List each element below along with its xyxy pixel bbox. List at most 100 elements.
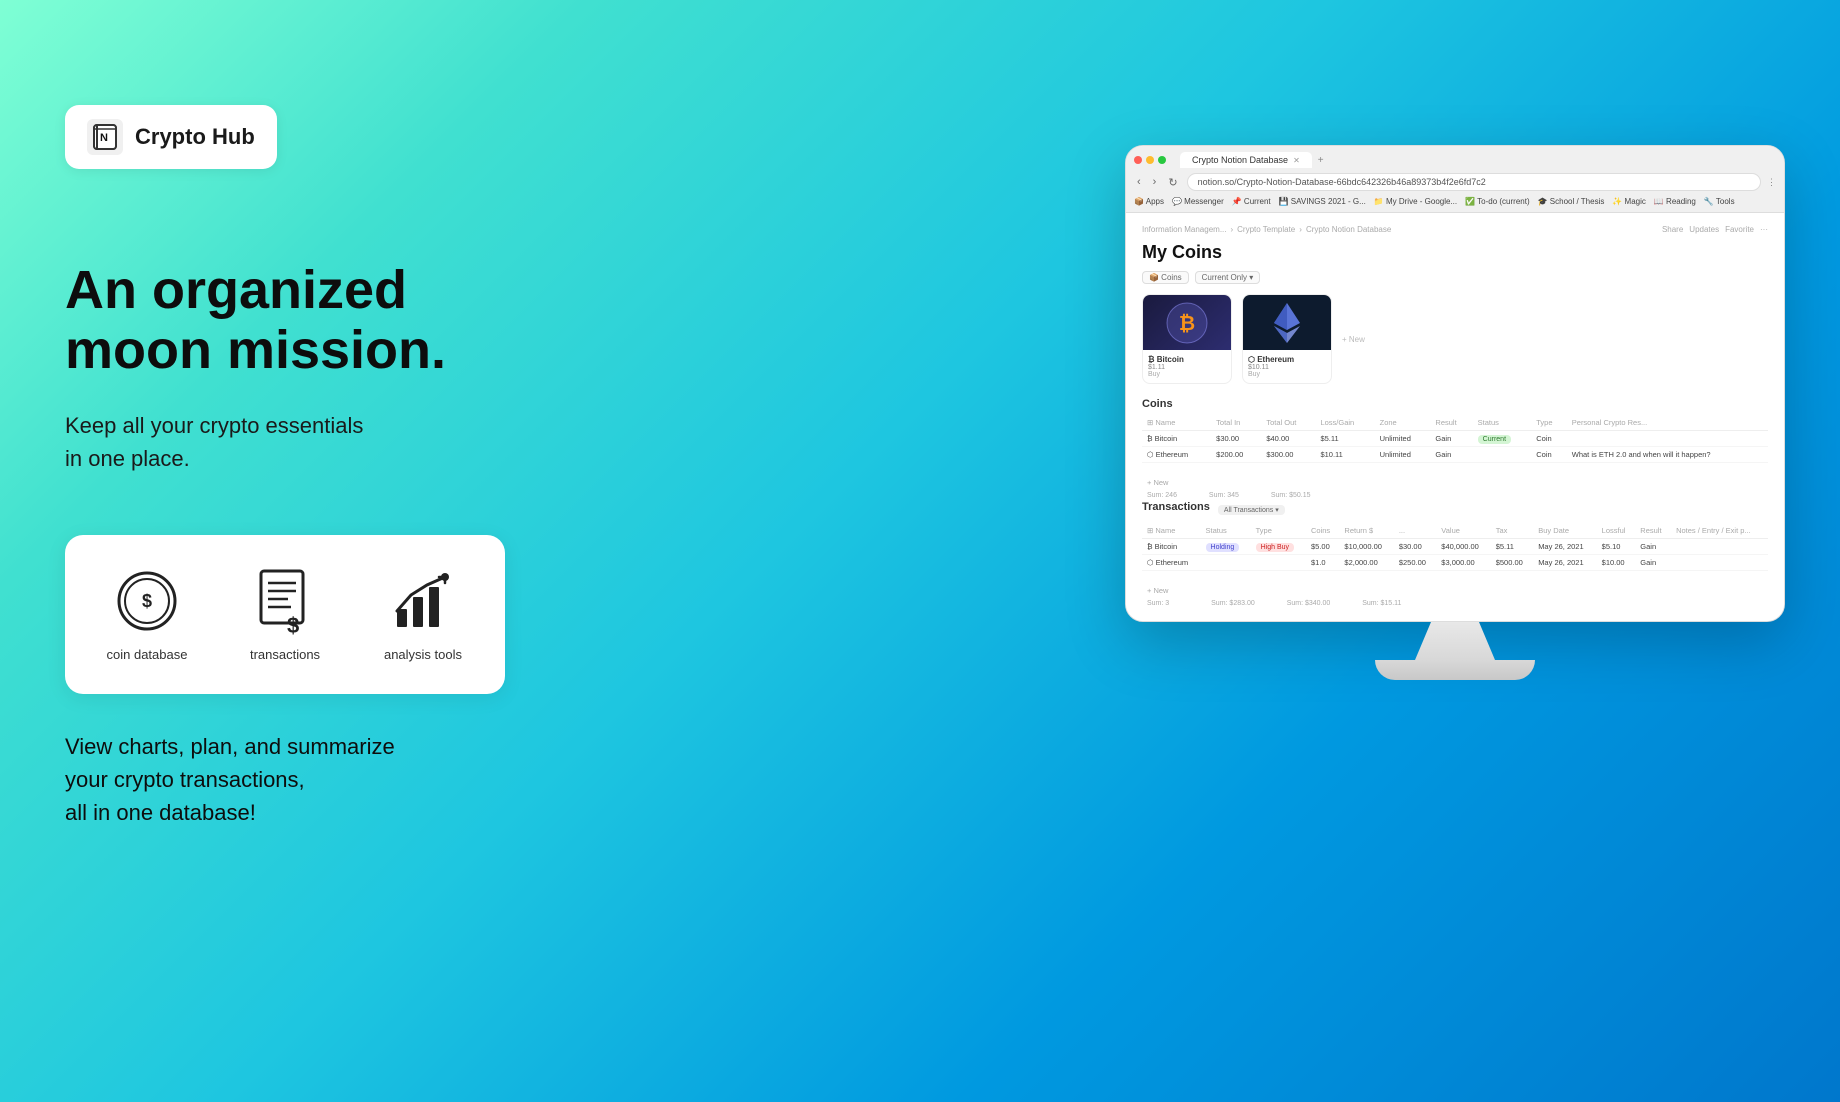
cell-total-out: $300.00: [1261, 447, 1315, 463]
breadcrumb-3[interactable]: Crypto Notion Database: [1306, 225, 1391, 234]
sum-loss-gain: Sum: $50.15: [1271, 492, 1311, 499]
tx-cell-extra: $250.00: [1394, 555, 1436, 571]
table-row[interactable]: ₿ Bitcoin $30.00 $40.00 $5.11 Unlimited …: [1142, 431, 1768, 447]
left-content: An organized moon mission. Keep all your…: [65, 260, 505, 829]
tx-cell-result: Gain: [1635, 555, 1671, 571]
transactions-header: Transactions All Transactions ▾: [1142, 501, 1768, 518]
cell-result: Gain: [1430, 431, 1472, 447]
feature-analysis-tools-label: analysis tools: [384, 647, 462, 662]
sum-total-in: Sum: 246: [1147, 492, 1177, 499]
transactions-icon-wrap: $: [250, 567, 320, 637]
gallery-add-text[interactable]: + New: [1342, 335, 1365, 344]
col-status: Status: [1473, 415, 1532, 431]
browser-chrome: Crypto Notion Database ✕ + ‹ › ↻ notion.…: [1126, 146, 1784, 213]
analysis-tools-icon: [391, 569, 456, 634]
gallery-card-btc[interactable]: ₿ ₿ Bitcoin $1.11 Buy: [1142, 294, 1232, 384]
table-row[interactable]: ⬡ Ethereum $200.00 $300.00 $10.11 Unlimi…: [1142, 447, 1768, 463]
transactions-table: ⊞ Name Status Type Coins Return $ ... Va…: [1142, 523, 1768, 571]
dot-close[interactable]: [1134, 156, 1142, 164]
tx-col-type: Type: [1251, 523, 1306, 539]
notion-page-title: My Coins: [1142, 242, 1768, 263]
cell-total-in: $200.00: [1211, 447, 1261, 463]
url-bar[interactable]: notion.so/Crypto-Notion-Database-66bdc64…: [1187, 173, 1761, 191]
analysis-tools-icon-wrap: [388, 567, 458, 637]
new-tab-icon[interactable]: +: [1318, 155, 1324, 166]
breadcrumb: Information Managem... › Crypto Template…: [1142, 225, 1768, 234]
notion-filters: 📦 Coins Current Only ▾: [1142, 271, 1768, 284]
tab-close-icon[interactable]: ✕: [1293, 156, 1300, 165]
bm-apps[interactable]: 📦 Apps: [1134, 197, 1164, 206]
tx-col-coins: Coins: [1306, 523, 1339, 539]
gallery-card-eth[interactable]: ⬡ Ethereum $10.11 Buy: [1242, 294, 1332, 384]
coins-add-row[interactable]: + New: [1142, 475, 1768, 490]
transactions-icon: $: [253, 567, 318, 637]
bm-savings[interactable]: 💾 SAVINGS 2021 - G...: [1279, 197, 1366, 206]
eth-card-price: $10.11: [1248, 364, 1326, 371]
favorite-button[interactable]: Favorite: [1725, 225, 1754, 234]
dot-minimize[interactable]: [1146, 156, 1154, 164]
browser-menu-icon[interactable]: ⋮: [1767, 177, 1776, 188]
filter-current[interactable]: Current Only ▾: [1195, 271, 1261, 284]
btc-card-image: ₿: [1143, 295, 1231, 350]
more-button[interactable]: ···: [1760, 225, 1768, 234]
feature-analysis-tools: analysis tools: [369, 567, 477, 662]
cell-loss-gain: $5.11: [1315, 431, 1374, 447]
cell-total-in: $30.00: [1211, 431, 1261, 447]
col-type: Type: [1531, 415, 1567, 431]
tx-col-lossful: Lossful: [1597, 523, 1636, 539]
svg-text:$: $: [141, 591, 151, 611]
tx-cell-value: $40,000.00: [1436, 539, 1490, 555]
tx-filter-badge[interactable]: All Transactions ▾: [1218, 505, 1285, 515]
bm-school[interactable]: 🎓 School / Thesis: [1538, 197, 1605, 206]
share-button[interactable]: Share: [1662, 225, 1683, 234]
browser-top-row: Crypto Notion Database ✕ +: [1134, 152, 1776, 168]
col-zone: Zone: [1375, 415, 1431, 431]
breadcrumb-2[interactable]: Crypto Template: [1237, 225, 1295, 234]
tx-add-row[interactable]: + New: [1142, 583, 1768, 598]
bm-messenger[interactable]: 💬 Messenger: [1172, 197, 1224, 206]
url-row: ‹ › ↻ notion.so/Crypto-Notion-Database-6…: [1134, 173, 1776, 191]
url-text: notion.so/Crypto-Notion-Database-66bdc64…: [1198, 177, 1486, 187]
coins-section-title: Coins: [1142, 398, 1768, 410]
col-total-out: Total Out: [1261, 415, 1315, 431]
tx-col-tax: Tax: [1491, 523, 1533, 539]
table-row[interactable]: ⬡ Ethereum $1.0 $2,000.00 $250.00 $3,000…: [1142, 555, 1768, 571]
headline: An organized moon mission.: [65, 260, 505, 381]
tx-sum-result: Sum: $15.11: [1362, 600, 1401, 607]
tx-cell-return: $10,000.00: [1339, 539, 1393, 555]
stand-base: [1375, 660, 1535, 680]
forward-button[interactable]: ›: [1150, 175, 1160, 189]
breadcrumb-1[interactable]: Information Managem...: [1142, 225, 1226, 234]
bm-reading[interactable]: 📖 Reading: [1654, 197, 1696, 206]
bm-todo[interactable]: ✅ To-do (current): [1465, 197, 1530, 206]
refresh-button[interactable]: ↻: [1165, 175, 1180, 190]
coin-database-icon: $: [115, 569, 180, 634]
updates-button[interactable]: Updates: [1689, 225, 1719, 234]
tx-cell-type: [1251, 555, 1306, 571]
tx-cell-status: Holding: [1201, 539, 1251, 555]
dot-maximize[interactable]: [1158, 156, 1166, 164]
bm-tools[interactable]: 🔧 Tools: [1704, 197, 1735, 206]
filter-coins[interactable]: 📦 Coins: [1142, 271, 1189, 284]
gallery-add-area: + New: [1342, 294, 1365, 384]
col-result: Result: [1430, 415, 1472, 431]
tx-cell-value: $3,000.00: [1436, 555, 1490, 571]
sum-total-out: Sum: 345: [1209, 492, 1239, 499]
btc-card-name: ₿ Bitcoin: [1148, 355, 1226, 364]
table-row[interactable]: ₿ Bitcoin Holding High Buy $5.00 $10,000…: [1142, 539, 1768, 555]
tx-cell-lossful: $10.00: [1597, 555, 1636, 571]
tx-col-result: Result: [1635, 523, 1671, 539]
back-button[interactable]: ‹: [1134, 175, 1144, 189]
coins-sum-row: Sum: 246 Sum: 345 Sum: $50.15: [1142, 490, 1768, 501]
btc-card-status: Buy: [1148, 371, 1226, 378]
tx-cell-lossful: $5.10: [1597, 539, 1636, 555]
browser-dots: [1134, 156, 1166, 164]
bookmarks-bar: 📦 Apps 💬 Messenger 📌 Current 💾 SAVINGS 2…: [1134, 195, 1776, 208]
tx-sum-value: Sum: $340.00: [1287, 600, 1331, 607]
bm-current[interactable]: 📌 Current: [1232, 197, 1271, 206]
browser-tab[interactable]: Crypto Notion Database ✕: [1180, 152, 1312, 168]
eth-card-status: Buy: [1248, 371, 1326, 378]
bm-magic[interactable]: ✨ Magic: [1612, 197, 1646, 206]
tx-col-value: Value: [1436, 523, 1490, 539]
bm-drive[interactable]: 📁 My Drive - Google...: [1374, 197, 1457, 206]
